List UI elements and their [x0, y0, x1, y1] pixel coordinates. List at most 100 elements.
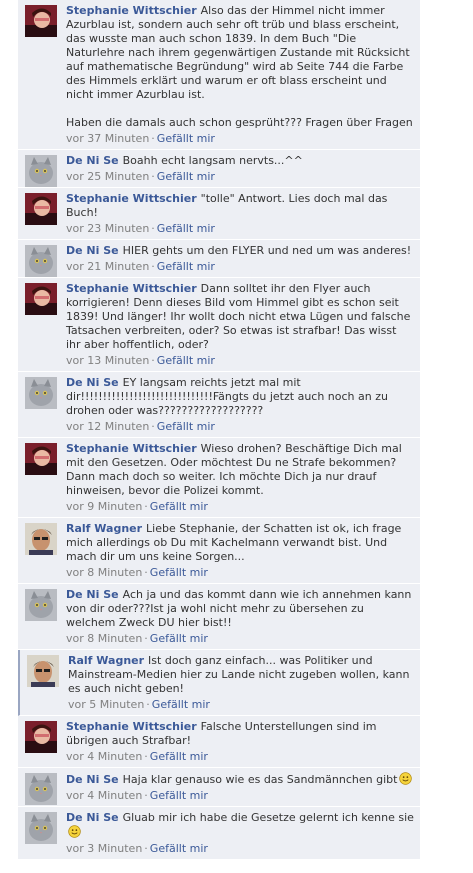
comment-author-link[interactable]: Stephanie Wittschier	[66, 4, 197, 17]
comment-timestamp: vor 8 Minuten	[66, 632, 143, 645]
comment-text: Boahh echt langsam nervts...^^	[122, 154, 303, 167]
comment-meta: vor 37 Minuten · Gefällt mir	[66, 131, 414, 146]
avatar-cat-photo[interactable]	[25, 377, 57, 409]
meta-separator: ·	[151, 132, 155, 145]
comment-meta: vor 4 Minuten · Gefällt mir	[66, 788, 414, 803]
avatar-stephanie-photo[interactable]	[25, 5, 57, 37]
meta-separator: ·	[146, 698, 150, 711]
meta-separator: ·	[151, 354, 155, 367]
like-link[interactable]: Gefällt mir	[157, 222, 215, 235]
comment-item: Stephanie Wittschier Falsche Unterstellun…	[18, 716, 420, 768]
comment-author-link[interactable]: De Ni Se	[66, 154, 119, 167]
comment-timestamp: vor 3 Minuten	[66, 842, 143, 855]
comment-content: De Ni Se Haja klar genauso wie es das San…	[66, 772, 414, 787]
avatar-cat-photo[interactable]	[25, 589, 57, 621]
comment-meta: vor 5 Minuten · Gefällt mir	[68, 697, 414, 712]
comment-text: Haja klar genauso wie es das Sandmännche…	[122, 773, 398, 786]
like-link[interactable]: Gefällt mir	[152, 698, 210, 711]
like-link[interactable]: Gefällt mir	[157, 260, 215, 273]
comment-author-link[interactable]: Stephanie Wittschier	[66, 442, 197, 455]
comment-timestamp: vor 23 Minuten	[66, 222, 150, 235]
comment-timestamp: vor 4 Minuten	[66, 789, 143, 802]
like-link[interactable]: Gefällt mir	[150, 842, 208, 855]
comment-author-link[interactable]: De Ni Se	[66, 773, 119, 786]
meta-separator: ·	[151, 420, 155, 433]
smiley-icon	[399, 772, 412, 785]
comment-item: De Ni Se Boahh echt langsam nervts...^^ vo…	[18, 150, 420, 188]
comment-author-link[interactable]: De Ni Se	[66, 811, 119, 824]
comment-item: De Ni Se Gluab mir ich habe die Gesetze g…	[18, 807, 420, 860]
comment-item: Stephanie Wittschier "tolle" Antwort. Lie…	[18, 188, 420, 240]
comment-meta: vor 13 Minuten · Gefällt mir	[66, 353, 414, 368]
comment-item: De Ni Se Haja klar genauso wie es das San…	[18, 768, 420, 807]
like-link[interactable]: Gefällt mir	[150, 789, 208, 802]
comment-content: De Ni Se EY langsam reichts jetzt mal mit…	[66, 376, 414, 418]
avatar-stephanie-photo[interactable]	[25, 721, 57, 753]
meta-separator: ·	[144, 632, 148, 645]
comment-content: Stephanie Wittschier "tolle" Antwort. Lie…	[66, 192, 414, 220]
avatar-stephanie-photo[interactable]	[25, 283, 57, 315]
comment-author-link[interactable]: Stephanie Wittschier	[66, 720, 197, 733]
meta-separator: ·	[144, 789, 148, 802]
comment-item: Ralf Wagner Liebe Stephanie, der Schatten…	[18, 518, 420, 584]
comment-content: De Ni Se Boahh echt langsam nervts...^^	[66, 154, 414, 168]
comment-author-link[interactable]: De Ni Se	[66, 376, 119, 389]
comment-timestamp: vor 37 Minuten	[66, 132, 150, 145]
like-link[interactable]: Gefällt mir	[150, 500, 208, 513]
like-link[interactable]: Gefällt mir	[150, 566, 208, 579]
comment-text: Gluab mir ich habe die Gesetze gelernt i…	[122, 811, 414, 824]
comment-meta: vor 9 Minuten · Gefällt mir	[66, 499, 414, 514]
comment-meta: vor 25 Minuten · Gefällt mir	[66, 169, 414, 184]
comment-meta: vor 3 Minuten · Gefällt mir	[66, 841, 414, 856]
comment-author-link[interactable]: Stephanie Wittschier	[66, 282, 197, 295]
avatar-stephanie-photo[interactable]	[25, 443, 57, 475]
comment-item: De Ni Se HIER gehts um den FLYER und ned …	[18, 240, 420, 278]
meta-separator: ·	[151, 260, 155, 273]
comment-author-link[interactable]: De Ni Se	[66, 588, 119, 601]
avatar-ralf-photo[interactable]	[27, 655, 59, 687]
comment-meta: vor 21 Minuten · Gefällt mir	[66, 259, 414, 274]
smiley-icon	[68, 825, 81, 838]
avatar-cat-photo[interactable]	[25, 245, 57, 277]
comment-timestamp: vor 8 Minuten	[66, 566, 143, 579]
comment-content: De Ni Se Ach ja und das kommt dann wie ic…	[66, 588, 414, 630]
comment-author-link[interactable]: De Ni Se	[66, 244, 119, 257]
avatar-cat-photo[interactable]	[25, 155, 57, 187]
comment-content: Ralf Wagner Ist doch ganz einfach... was …	[68, 654, 414, 696]
comment-content: Stephanie Wittschier Falsche Unterstellun…	[66, 720, 414, 748]
comment-meta: vor 8 Minuten · Gefällt mir	[66, 565, 414, 580]
comment-meta: vor 12 Minuten · Gefällt mir	[66, 419, 414, 434]
comment-author-link[interactable]: Ralf Wagner	[66, 522, 142, 535]
comment-item: De Ni Se EY langsam reichts jetzt mal mit…	[18, 372, 420, 438]
like-link[interactable]: Gefällt mir	[150, 632, 208, 645]
meta-separator: ·	[144, 842, 148, 855]
comment-content: De Ni Se HIER gehts um den FLYER und ned …	[66, 244, 414, 258]
comment-timestamp: vor 25 Minuten	[66, 170, 150, 183]
like-link[interactable]: Gefällt mir	[157, 170, 215, 183]
meta-separator: ·	[144, 500, 148, 513]
comment-author-link[interactable]: Stephanie Wittschier	[66, 192, 197, 205]
comment-item: Stephanie Wittschier Also das der Himmel …	[18, 0, 420, 150]
comment-content: Stephanie Wittschier Dann solltet ihr den…	[66, 282, 414, 352]
like-link[interactable]: Gefällt mir	[157, 132, 215, 145]
comment-timestamp: vor 13 Minuten	[66, 354, 150, 367]
like-link[interactable]: Gefällt mir	[150, 750, 208, 763]
comment-meta: vor 23 Minuten · Gefällt mir	[66, 221, 414, 236]
comment-author-link[interactable]: Ralf Wagner	[68, 654, 144, 667]
comment-timestamp: vor 5 Minuten	[68, 698, 145, 711]
like-link[interactable]: Gefällt mir	[157, 420, 215, 433]
avatar-ralf-photo[interactable]	[25, 523, 57, 555]
avatar-cat-photo[interactable]	[25, 773, 57, 805]
comment-content: Stephanie Wittschier Also das der Himmel …	[66, 4, 414, 130]
like-link[interactable]: Gefällt mir	[157, 354, 215, 367]
meta-separator: ·	[144, 750, 148, 763]
comment-thread: Stephanie Wittschier Also das der Himmel …	[18, 0, 420, 860]
comment-item: Stephanie Wittschier Wieso drohen? Beschä…	[18, 438, 420, 518]
comment-meta: vor 8 Minuten · Gefällt mir	[66, 631, 414, 646]
comment-timestamp: vor 12 Minuten	[66, 420, 150, 433]
avatar-stephanie-photo[interactable]	[25, 193, 57, 225]
comment-text: HIER gehts um den FLYER und ned um was a…	[122, 244, 412, 257]
comment-item: Ralf Wagner Ist doch ganz einfach... was …	[18, 650, 420, 716]
comment-timestamp: vor 9 Minuten	[66, 500, 143, 513]
avatar-cat-photo[interactable]	[25, 812, 57, 844]
